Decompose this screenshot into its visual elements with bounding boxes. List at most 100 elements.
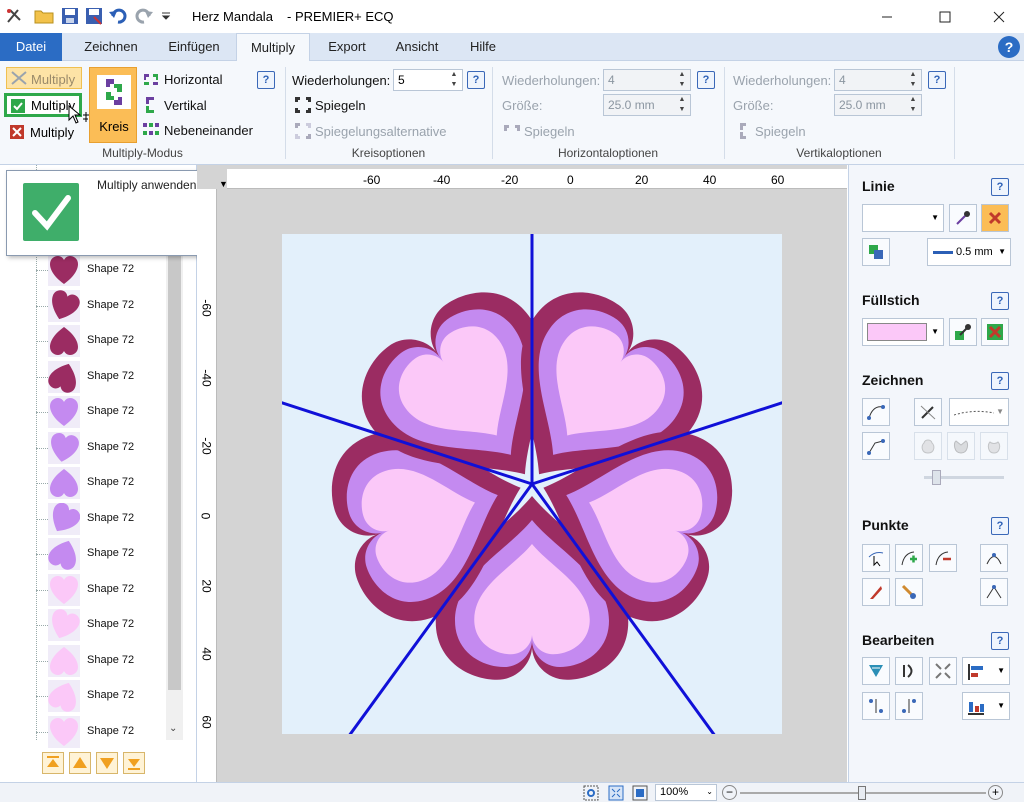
fuellstich-help-icon[interactable]: ? (991, 292, 1009, 310)
spinner-arrows-icon[interactable]: ▲ ▼ (675, 70, 689, 90)
list-item[interactable]: Shape 72 (36, 324, 176, 359)
kreis-spiegeln-label[interactable]: Spiegeln (315, 98, 366, 113)
spinner-arrows-icon[interactable]: ▲ ▼ (906, 70, 920, 90)
point-tool-button[interactable] (895, 578, 923, 606)
list-item[interactable]: Shape 72 (36, 466, 176, 501)
save-as-icon[interactable] (84, 6, 104, 26)
line-width-dropdown[interactable]: 0.5 mm ▼ (927, 238, 1011, 266)
tab-hilfe[interactable]: Hilfe (458, 33, 508, 61)
zoom-out-button[interactable]: − (722, 785, 737, 800)
redo-icon[interactable] (134, 6, 154, 26)
fill-none-button[interactable] (981, 318, 1009, 346)
open-folder-icon[interactable] (34, 6, 54, 26)
line-eyedropper-button[interactable] (949, 204, 977, 232)
list-item[interactable]: Shape 72 (36, 395, 176, 430)
line-color-dropdown[interactable]: ▼ (862, 204, 944, 232)
distribute-horizontal-button[interactable] (895, 692, 923, 720)
list-item[interactable]: Shape 72 (36, 537, 176, 572)
zoom-select[interactable]: 100% ⌄ (655, 784, 717, 801)
horiz-mirror-icon[interactable] (503, 122, 521, 140)
vertical-multiply-icon[interactable] (142, 96, 160, 114)
multiply-mode-help-icon[interactable]: ? (257, 71, 275, 89)
horiz-wiederholungen-spinner[interactable]: 4 ▲ ▼ (603, 69, 691, 91)
list-item[interactable]: Shape 72 (36, 679, 176, 714)
undo-icon[interactable] (108, 6, 128, 26)
minimize-button[interactable] (864, 0, 910, 33)
draw-polyline-button[interactable] (862, 432, 890, 460)
shape-list-scrollbar[interactable]: ⌄ (166, 175, 183, 740)
flip-horizontal-button[interactable] (862, 657, 890, 685)
multiply-top-button[interactable]: Multiply (6, 67, 82, 89)
horiz-groesse-spinner[interactable]: 25.0 mm ▲ ▼ (603, 94, 691, 116)
list-item[interactable]: Shape 72 (36, 715, 176, 750)
line-style-dropdown[interactable]: ▼ (949, 398, 1009, 426)
horiz-help-icon[interactable]: ? (697, 71, 715, 89)
align-dropdown[interactable]: ▼ (962, 657, 1010, 685)
spinner-arrows-icon[interactable]: ▲ ▼ (447, 70, 461, 90)
move-to-top-button[interactable] (42, 752, 64, 774)
kreis-help-icon[interactable]: ? (467, 71, 485, 89)
select-points-button[interactable] (862, 544, 890, 572)
tab-datei[interactable]: Datei (0, 33, 62, 61)
kreis-button[interactable]: Kreis (89, 67, 137, 143)
bearbeiten-help-icon[interactable]: ? (991, 632, 1009, 650)
side-by-side-icon[interactable] (142, 121, 160, 139)
kreis-wiederholungen-spinner[interactable]: 5 ▲ ▼ (393, 69, 463, 91)
zoom-in-button[interactable]: + (988, 785, 1003, 800)
line-swap-button[interactable] (862, 238, 890, 266)
line-none-button[interactable] (981, 204, 1009, 232)
list-item[interactable]: Shape 72 (36, 644, 176, 679)
customize-dropdown-icon[interactable] (156, 6, 176, 26)
tab-einfuegen[interactable]: Einfügen (158, 33, 230, 61)
move-up-button[interactable] (69, 752, 91, 774)
close-button[interactable] (976, 0, 1022, 33)
rotate-button[interactable] (895, 657, 923, 685)
save-icon[interactable] (60, 6, 80, 26)
shape-flower1-button[interactable] (914, 432, 942, 460)
vert-mirror-icon[interactable] (736, 122, 754, 140)
slider-track[interactable] (924, 470, 1004, 485)
shape-flower3-button[interactable] (980, 432, 1008, 460)
vertikal-label[interactable]: Vertikal (164, 98, 207, 113)
vert-groesse-spinner[interactable]: 25.0 mm ▲ ▼ (834, 94, 922, 116)
list-item[interactable]: Shape 72 (36, 608, 176, 643)
maximize-button[interactable] (922, 0, 968, 33)
shape-flower2-button[interactable] (947, 432, 975, 460)
mirror-alternative-icon[interactable] (294, 122, 312, 140)
horizontal-multiply-icon[interactable] (142, 71, 160, 89)
tab-zeichnen[interactable]: Zeichnen (74, 33, 148, 61)
tab-multiply[interactable]: Multiply (236, 33, 310, 62)
tab-export[interactable]: Export (316, 33, 378, 61)
multiply-cancel-button[interactable]: Multiply (6, 121, 82, 143)
spinner-arrows-icon[interactable]: ▲ ▼ (675, 95, 689, 115)
design-canvas[interactable] (282, 234, 782, 734)
resize-button[interactable] (929, 657, 957, 685)
draw-disabled-button[interactable] (914, 398, 942, 426)
ruler-menu-icon[interactable]: ▼ (219, 179, 228, 189)
move-to-bottom-button[interactable] (123, 752, 145, 774)
tab-ansicht[interactable]: Ansicht (384, 33, 450, 61)
corner-point-button[interactable] (980, 578, 1008, 606)
horizontal-label[interactable]: Horizontal (164, 72, 223, 87)
add-point-button[interactable] (895, 544, 923, 572)
zoom-to-selection-icon[interactable] (583, 785, 599, 801)
draw-freehand-button[interactable] (862, 398, 890, 426)
list-item[interactable]: Shape 72 (36, 431, 176, 466)
slider-thumb[interactable] (932, 470, 941, 485)
horiz-spiegeln-label[interactable]: Spiegeln (524, 124, 575, 139)
zoom-to-fit-icon[interactable] (608, 785, 624, 801)
spiegelungsalternative-label[interactable]: Spiegelungsalternative (315, 124, 447, 139)
vert-wiederholungen-spinner[interactable]: 4 ▲ ▼ (834, 69, 922, 91)
punkte-help-icon[interactable]: ? (991, 517, 1009, 535)
scrollbar-thumb[interactable] (168, 180, 181, 690)
spinner-arrows-icon[interactable]: ▲ ▼ (906, 95, 920, 115)
zoom-slider-track[interactable] (740, 786, 986, 800)
arrange-dropdown[interactable]: ▼ (962, 692, 1010, 720)
list-item[interactable]: Shape 72 (36, 289, 176, 324)
remove-point-button[interactable] (929, 544, 957, 572)
list-item[interactable]: Shape 72 (36, 360, 176, 395)
zoom-100-icon[interactable] (632, 785, 648, 801)
vert-spiegeln-label[interactable]: Spiegeln (755, 124, 806, 139)
curve-point-button[interactable] (980, 544, 1008, 572)
zoom-slider-thumb[interactable] (858, 786, 866, 800)
